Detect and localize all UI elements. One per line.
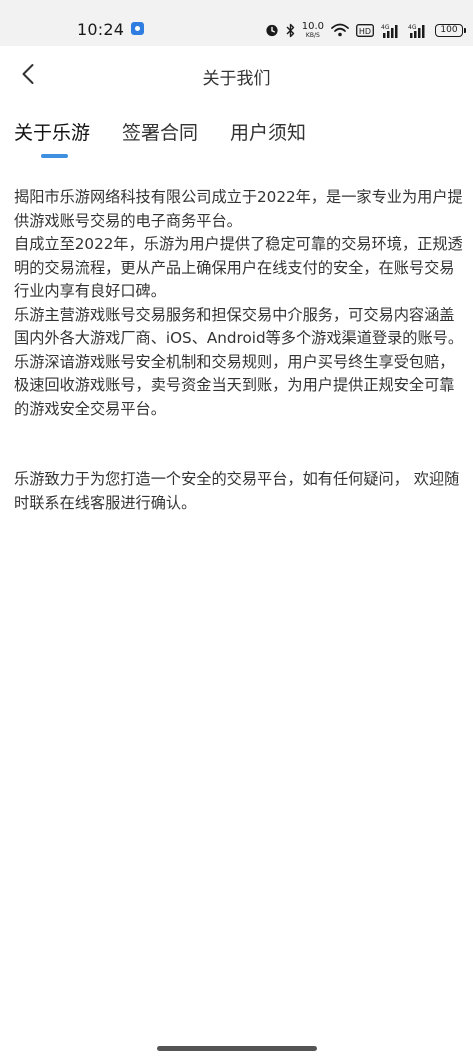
battery-level: 100 [440,25,458,35]
wifi-icon [331,23,349,37]
network-speed-unit: KB/S [305,31,320,39]
app-notification-icon [131,22,144,35]
about-paragraph: 乐游主营游戏账号交易服务和担保交易中介服务，可交易内容涵盖国内外各大游戏厂商、i… [14,305,464,348]
active-tab-indicator [41,154,68,158]
about-content: 揭阳市乐游网络科技有限公司成立于2022年，是一家专业为用户提供游戏账号交易的电… [14,186,466,515]
network-speed: 10.0 KB/S [301,20,324,39]
tab-user-notice[interactable]: 用户须知 [230,118,306,145]
about-paragraph: 自成立至2022年，乐游为用户提供了稳定可靠的交易环境，正规透明的交易流程，更从… [14,235,463,300]
signal-4g-icon-2: 4G [408,24,425,38]
about-paragraph: 揭阳市乐游网络科技有限公司成立于2022年，是一家专业为用户提供游戏账号交易的电… [14,188,463,230]
hd-label: HD [359,27,371,36]
status-icons: 10.0 KB/S HD 4G 4G 100 [265,18,466,42]
page-title: 关于我们 [202,69,271,89]
home-indicator[interactable] [157,1046,317,1051]
bluetooth-icon [286,23,294,37]
status-bar: 10:24 10.0 KB/S HD 4G 4G 100 [0,0,473,46]
tab-bar: 关于乐游 签署合同 用户须知 [0,118,473,162]
status-time: 10:24 [77,20,125,39]
nav-bar: 关于我们 [0,46,473,104]
signal2-label: 4G [408,24,417,31]
tab-about[interactable]: 关于乐游 [14,118,90,145]
network-speed-value: 10.0 [301,20,324,32]
hd-voice-icon: HD [356,23,374,37]
closing-paragraph: 乐游致力于为您打造一个安全的交易平台，如有任何疑问， 欢迎随时联系在线客服进行确… [14,470,460,512]
signal1-label: 4G [381,24,390,31]
about-paragraph: 乐游深谙游戏账号安全机制和交易规则，用户买号终生享受包赔，极速回收游戏账号，卖号… [14,352,455,418]
alarm-icon [266,24,278,37]
signal-4g-icon: 4G [381,24,398,38]
battery-icon: 100 [435,23,466,37]
tab-contract[interactable]: 签署合同 [122,118,198,145]
